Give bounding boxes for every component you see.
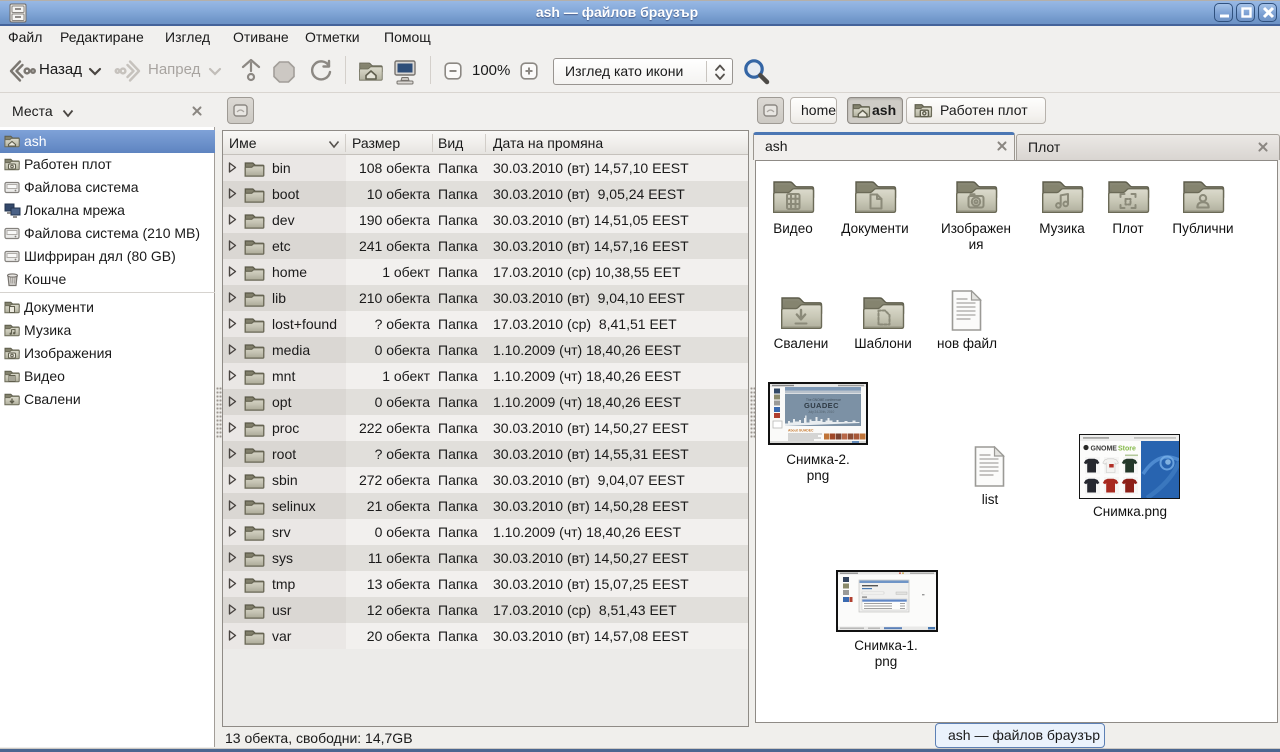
svg-text:July 24-30th, 2010: July 24-30th, 2010 [808, 410, 834, 414]
svg-text:Store: Store [1118, 446, 1136, 453]
svg-text:GNOME: GNOME [1091, 446, 1118, 453]
svg-text:About GUADEC: About GUADEC [788, 429, 814, 433]
svg-text:GUADEC: GUADEC [804, 401, 839, 410]
